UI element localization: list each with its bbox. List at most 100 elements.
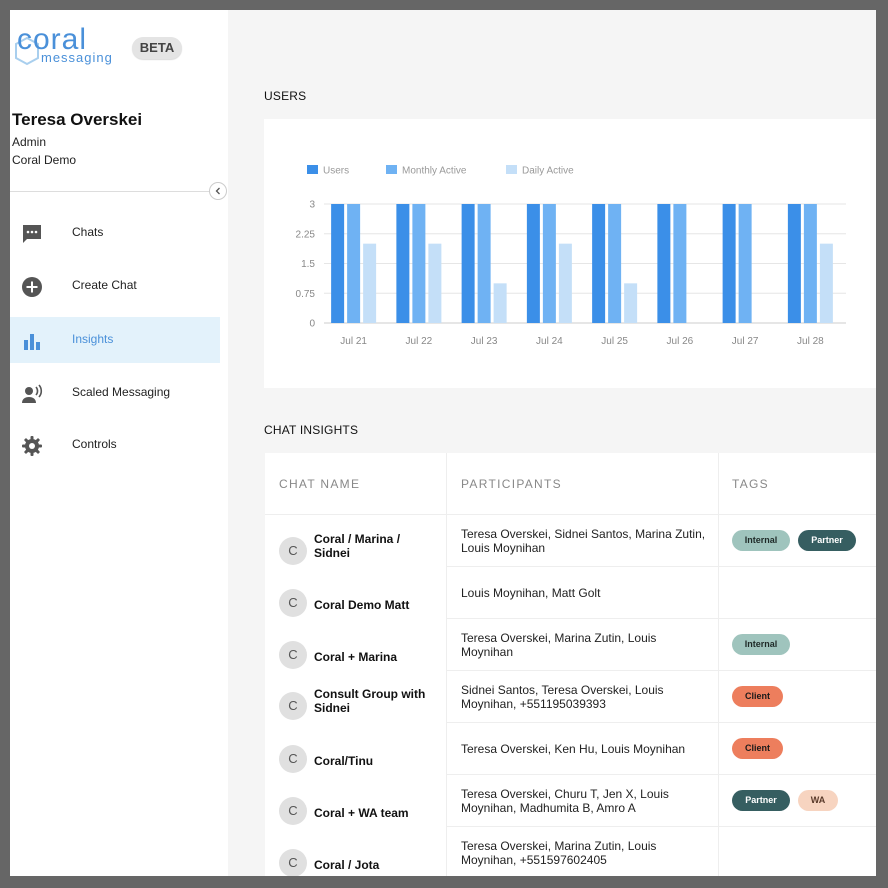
bar <box>331 204 345 323</box>
chat-insights-table: CHAT NAME PARTICIPANTS TAGS C Coral / Mar… <box>265 453 876 876</box>
nav-item-scaled-messaging[interactable]: Scaled Messaging <box>10 370 220 416</box>
bar <box>542 204 556 323</box>
tag-wa[interactable]: WA <box>798 790 838 811</box>
bar <box>738 204 752 323</box>
nav-label: Create Chat <box>72 278 137 292</box>
chevron-left-icon <box>215 187 220 195</box>
nav-label: Insights <box>72 332 114 346</box>
tag-client[interactable]: Client <box>732 686 783 707</box>
bar <box>493 283 507 323</box>
legend-label: Daily Active <box>522 166 574 177</box>
sidebar-divider <box>10 191 220 192</box>
chat-bubble-icon <box>23 225 41 243</box>
chat-avatar: C <box>279 692 307 720</box>
header-divider <box>265 514 876 515</box>
bar <box>722 204 736 323</box>
tag-internal[interactable]: Internal <box>732 634 790 655</box>
bar <box>526 204 540 323</box>
app-window: coral messaging BETA Teresa Overskei Adm… <box>10 10 876 876</box>
header-chat-name[interactable]: CHAT NAME <box>279 477 360 491</box>
y-tick-label: 0.75 <box>296 289 316 300</box>
x-tick-label: Jul 26 <box>667 336 694 347</box>
header-tags[interactable]: TAGS <box>732 477 769 491</box>
chat-avatar: C <box>279 849 307 876</box>
bar <box>608 204 622 323</box>
row-divider <box>446 722 876 723</box>
tag-partner[interactable]: Partner <box>798 530 856 551</box>
users-bar-chart: Users Monthly Active Daily Active 0 0.75 1.5 2… <box>296 165 846 347</box>
plus-circle-icon <box>22 277 42 297</box>
legend-swatch <box>307 165 318 174</box>
chat-avatar: C <box>279 537 307 565</box>
y-tick-label: 3 <box>309 200 315 211</box>
chat-avatar: C <box>279 745 307 773</box>
chat-participants: Louis Moynihan, Matt Golt <box>461 586 601 600</box>
chat-participants: Teresa Overskei, Sidnei Santos, Marina Z… <box>461 527 706 555</box>
nav-item-controls[interactable]: Controls <box>10 422 220 468</box>
y-tick-label: 2.25 <box>296 229 316 240</box>
y-tick-label: 1.5 <box>301 259 315 270</box>
legend-label: Users <box>323 166 349 177</box>
beta-badge: BETA <box>132 37 182 59</box>
row-divider <box>446 826 876 827</box>
legend-swatch <box>386 165 397 174</box>
header-participants[interactable]: PARTICIPANTS <box>461 477 562 491</box>
bar <box>347 204 361 323</box>
user-role: Admin <box>12 135 47 149</box>
chat-name[interactable]: Coral/Tinu <box>314 754 438 768</box>
row-divider <box>446 774 876 775</box>
nav-item-chats[interactable]: Chats <box>10 210 220 256</box>
chat-name[interactable]: Coral / Jota <box>314 858 438 872</box>
bar-chart-icon <box>24 334 40 350</box>
gear-icon <box>22 436 42 456</box>
tag-client[interactable]: Client <box>732 738 783 759</box>
x-tick-label: Jul 22 <box>406 336 433 347</box>
user-org: Coral Demo <box>12 153 77 167</box>
coral-logo: coral messaging <box>13 23 123 66</box>
bar <box>363 243 377 323</box>
row-divider <box>446 566 876 567</box>
chat-name[interactable]: Coral / Marina / Sidnei <box>314 532 438 560</box>
bar <box>673 204 687 323</box>
chat-name[interactable]: Coral Demo Matt <box>314 598 438 612</box>
legend-label: Monthly Active <box>402 166 467 177</box>
chat-avatar: C <box>279 641 307 669</box>
chat-participants: Teresa Overskei, Churu T, Jen X, Louis M… <box>461 787 669 815</box>
nav-item-create-chat[interactable]: Create Chat <box>10 263 220 309</box>
user-name: Teresa Overskei <box>12 110 143 129</box>
bar <box>803 204 817 323</box>
bar <box>592 204 606 323</box>
x-tick-label: Jul 21 <box>340 336 367 347</box>
collapse-sidebar-button[interactable] <box>209 182 227 200</box>
users-chart-card: Users Monthly Active Daily Active 0 0.75 1.5 2… <box>264 119 876 388</box>
bar <box>819 243 833 323</box>
nav-item-insights[interactable]: Insights <box>10 317 220 363</box>
nav-label: Chats <box>72 225 104 239</box>
bar <box>657 204 671 323</box>
bar <box>461 204 475 323</box>
bar <box>624 283 638 323</box>
tag-partner[interactable]: Partner <box>732 790 790 811</box>
chat-name[interactable]: Coral + WA team <box>314 806 438 820</box>
nav-label: Scaled Messaging <box>72 385 171 399</box>
bar <box>396 204 410 323</box>
legend-swatch <box>506 165 517 174</box>
bar <box>787 204 801 323</box>
bar <box>412 204 426 323</box>
x-tick-label: Jul 28 <box>797 336 824 347</box>
chat-participants: Sidnei Santos, Teresa Overskei, Louis Mo… <box>461 683 664 711</box>
tag-internal[interactable]: Internal <box>732 530 790 551</box>
row-divider <box>446 618 876 619</box>
x-tick-label: Jul 23 <box>471 336 498 347</box>
y-tick-label: 0 <box>309 319 315 330</box>
chat-name[interactable]: Consult Group with Sidnei <box>314 687 438 715</box>
chat-participants: Teresa Overskei, Ken Hu, Louis Moynihan <box>461 742 686 756</box>
chat-name[interactable]: Coral + Marina <box>314 650 438 664</box>
nav-label: Controls <box>72 437 117 451</box>
column-divider <box>718 453 719 876</box>
users-section-title: USERS <box>264 89 307 103</box>
x-tick-label: Jul 24 <box>536 336 563 347</box>
chat-avatar: C <box>279 589 307 617</box>
sidebar: coral messaging BETA Teresa Overskei Adm… <box>10 10 228 876</box>
x-tick-label: Jul 27 <box>732 336 759 347</box>
